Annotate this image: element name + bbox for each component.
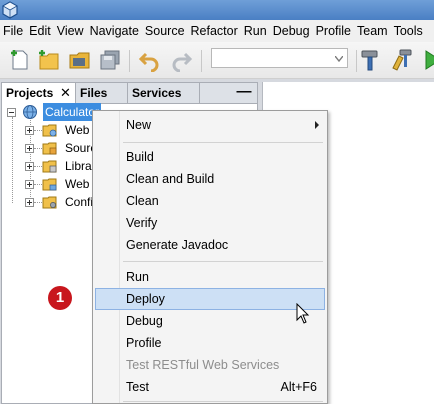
menu-item-test[interactable]: Test Alt+F6 xyxy=(95,377,325,397)
expand-toggle-icon[interactable] xyxy=(25,144,34,153)
submenu-arrow-icon xyxy=(315,121,319,129)
menu-item-label: Run xyxy=(126,270,149,284)
undo-icon[interactable] xyxy=(138,48,162,72)
menu-item-label: Debug xyxy=(126,314,163,328)
save-all-icon[interactable] xyxy=(98,48,122,72)
menu-refactor[interactable]: Refactor xyxy=(188,20,241,42)
tab-projects[interactable]: Projects ✕ xyxy=(2,83,76,104)
menu-tools[interactable]: Tools xyxy=(391,20,426,42)
menu-item-clean-and-build[interactable]: Clean and Build xyxy=(95,169,325,189)
collapse-toggle-icon[interactable] xyxy=(7,108,16,117)
menu-item-generate-javadoc[interactable]: Generate Javadoc xyxy=(95,235,325,255)
project-context-menu: New Build Clean and Build Clean Verify G… xyxy=(92,110,328,404)
new-file-icon[interactable] xyxy=(8,48,32,72)
configuration-files-folder-icon xyxy=(42,196,57,209)
clean-build-icon[interactable] xyxy=(389,48,413,72)
tab-projects-label: Projects xyxy=(6,86,54,100)
libraries-folder-icon xyxy=(42,160,57,173)
web-services-folder-icon xyxy=(42,178,57,191)
close-icon[interactable]: ✕ xyxy=(60,83,72,103)
menu-item-label: Test xyxy=(126,380,149,394)
menu-item-label: Generate Javadoc xyxy=(126,238,229,252)
tab-services-label: Services xyxy=(132,86,182,100)
netbeans-logo-icon xyxy=(2,1,18,19)
toolbar-separator xyxy=(356,50,357,72)
toolbar-separator xyxy=(129,50,130,72)
menu-item-new[interactable]: New xyxy=(95,115,325,135)
menu-navigate[interactable]: Navigate xyxy=(87,20,142,42)
configuration-combo[interactable] xyxy=(211,48,348,68)
menu-run[interactable]: Run xyxy=(241,20,270,42)
new-project-icon[interactable] xyxy=(37,48,61,72)
menu-view[interactable]: View xyxy=(54,20,87,42)
menu-item-label: Build xyxy=(126,150,154,164)
redo-icon[interactable] xyxy=(169,48,193,72)
open-project-icon[interactable] xyxy=(68,48,92,72)
menu-edit[interactable]: Edit xyxy=(26,20,54,42)
menu-item-label: Clean and Build xyxy=(126,172,215,186)
menu-item-label: New xyxy=(126,118,152,132)
menu-separator xyxy=(123,401,323,402)
expand-toggle-icon[interactable] xyxy=(25,198,34,207)
mouse-pointer-icon xyxy=(296,303,310,324)
expand-toggle-icon[interactable] xyxy=(25,162,34,171)
menu-item-label: Deploy xyxy=(126,292,165,306)
tab-services[interactable]: Services xyxy=(128,83,200,103)
menu-separator xyxy=(123,142,323,143)
run-icon[interactable] xyxy=(420,48,434,72)
source-packages-folder-icon xyxy=(42,142,57,155)
menu-item-shortcut: Alt+F6 xyxy=(280,380,317,394)
tab-files-label: Files xyxy=(80,86,108,100)
menu-item-clean[interactable]: Clean xyxy=(95,191,325,211)
menu-team[interactable]: Team xyxy=(354,20,391,42)
menu-item-label: Profile xyxy=(126,336,162,350)
expand-toggle-icon[interactable] xyxy=(25,126,34,135)
chevron-down-icon xyxy=(335,56,343,62)
menu-separator xyxy=(123,261,323,262)
toolbar-separator xyxy=(201,50,202,72)
menu-item-verify[interactable]: Verify xyxy=(95,213,325,233)
step-number-badge: 1 xyxy=(48,286,72,310)
menu-item-run[interactable]: Run xyxy=(95,267,325,287)
menu-item-label: Test RESTful Web Services xyxy=(126,358,280,372)
web-pages-folder-icon xyxy=(42,124,57,137)
menu-item-debug[interactable]: Debug xyxy=(95,311,325,331)
expand-toggle-icon[interactable] xyxy=(25,180,34,189)
menu-file[interactable]: File xyxy=(0,20,26,42)
menu-item-label: Verify xyxy=(126,216,158,230)
menu-item-build[interactable]: Build xyxy=(95,147,325,167)
menu-item-test-restful-web-services[interactable]: Test RESTful Web Services xyxy=(95,355,325,375)
menu-bar: File Edit View Navigate Source Refactor … xyxy=(0,20,434,42)
build-hammer-icon[interactable] xyxy=(359,48,383,72)
globe-project-icon xyxy=(23,105,37,119)
menu-source[interactable]: Source xyxy=(142,20,188,42)
tab-files[interactable]: Files xyxy=(76,83,128,103)
menu-item-label: Clean xyxy=(126,194,159,208)
menu-item-deploy[interactable]: Deploy xyxy=(95,288,325,310)
menu-item-profile[interactable]: Profile xyxy=(95,333,325,353)
minimize-icon[interactable]: — xyxy=(234,83,254,103)
menu-debug[interactable]: Debug xyxy=(270,20,313,42)
menu-profile[interactable]: Profile xyxy=(313,20,354,42)
panel-tab-strip: Projects ✕ Files Services — xyxy=(2,83,257,104)
window-title-bar xyxy=(0,0,434,20)
